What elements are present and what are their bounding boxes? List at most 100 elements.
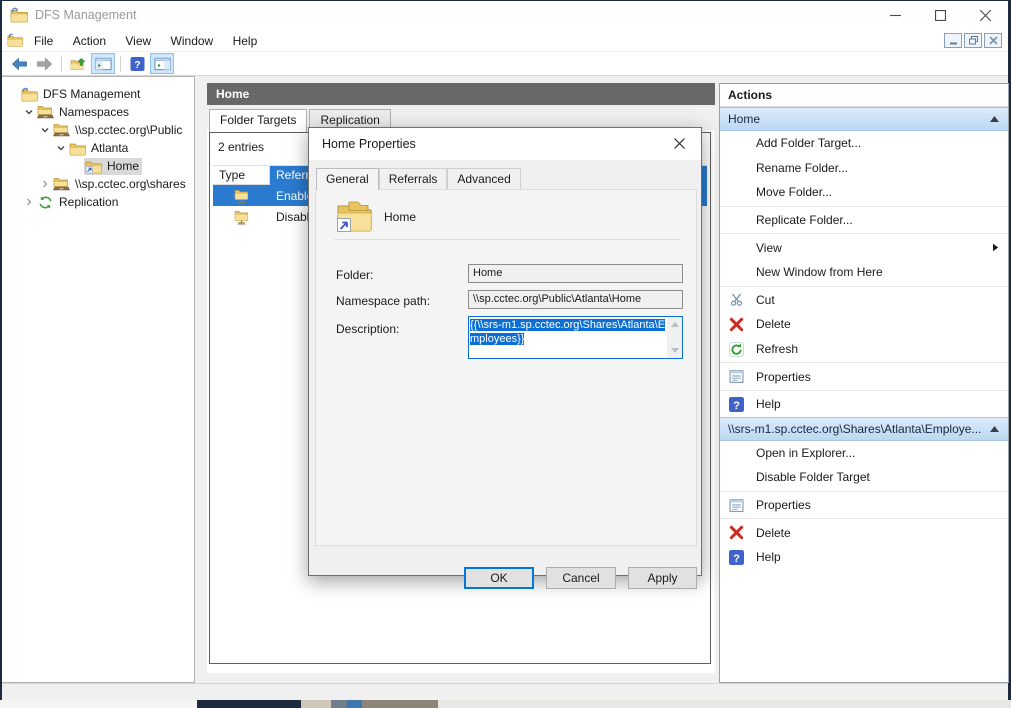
minimize-button[interactable] bbox=[873, 1, 918, 30]
ok-button[interactable]: OK bbox=[464, 567, 534, 589]
action-item[interactable]: Open in Explorer... bbox=[720, 441, 1008, 466]
action-item[interactable]: ?Help bbox=[720, 392, 1008, 417]
tree-item-body[interactable]: Home bbox=[84, 158, 142, 175]
action-item[interactable]: Properties bbox=[720, 493, 1008, 518]
menu-help[interactable]: Help bbox=[225, 31, 266, 51]
menu-window[interactable]: Window bbox=[163, 31, 222, 51]
action-separator bbox=[720, 286, 1008, 287]
chevron-down-icon[interactable] bbox=[38, 123, 52, 137]
tree-item[interactable]: \\sp.cctec.org\Public bbox=[2, 121, 194, 139]
folder-field[interactable]: Home bbox=[468, 264, 683, 283]
action-item[interactable]: Properties bbox=[720, 364, 1008, 389]
action-item[interactable]: Rename Folder... bbox=[720, 156, 1008, 181]
action-item[interactable]: Delete bbox=[720, 312, 1008, 337]
tree-item[interactable]: Replication bbox=[2, 193, 194, 211]
chevron-right-icon[interactable] bbox=[38, 177, 52, 191]
general-tab-page: Home Folder: Home Namespace path: \\sp.c… bbox=[315, 189, 697, 546]
tree-item-body[interactable]: DFS Management bbox=[20, 86, 143, 103]
action-item-label: Open in Explorer... bbox=[756, 446, 1008, 460]
child-restore-button[interactable] bbox=[964, 33, 982, 48]
menu-action[interactable]: Action bbox=[65, 31, 114, 51]
action-section-header[interactable]: \\srs-m1.sp.cctec.org\Shares\Atlanta\Emp… bbox=[720, 417, 1008, 441]
apply-button[interactable]: Apply bbox=[628, 567, 697, 589]
tree-item-body[interactable]: Replication bbox=[36, 194, 121, 211]
show-hide-console-tree-icon[interactable] bbox=[91, 53, 115, 74]
actions-pane: Actions HomeAdd Folder Target...Rename F… bbox=[719, 83, 1009, 683]
dialog-close-icon[interactable] bbox=[657, 128, 701, 159]
tree-item-label: \\sp.cctec.org\shares bbox=[75, 177, 186, 191]
namespace-path-field[interactable]: \\sp.cctec.org\Public\Atlanta\Home bbox=[468, 290, 683, 309]
collapse-arrow-icon[interactable] bbox=[989, 112, 1000, 126]
action-item[interactable]: Cut bbox=[720, 288, 1008, 313]
chevron-down-icon[interactable] bbox=[54, 141, 68, 155]
action-item[interactable]: Refresh bbox=[720, 337, 1008, 362]
result-pane-header: Home bbox=[207, 83, 715, 105]
tree-item-body[interactable]: Namespaces bbox=[36, 104, 132, 121]
tree-item[interactable]: Home bbox=[2, 157, 194, 175]
tree-item-body[interactable]: \\sp.cctec.org\Public bbox=[52, 122, 185, 139]
dialog-tab-general[interactable]: General bbox=[316, 168, 379, 190]
menu-bar: File Action View Window Help bbox=[2, 30, 1008, 52]
action-item-label: Help bbox=[756, 397, 1008, 411]
namespace-icon bbox=[53, 123, 71, 138]
tab-folder-targets[interactable]: Folder Targets bbox=[209, 109, 307, 132]
help-icon: ? bbox=[729, 397, 756, 412]
window-title: DFS Management bbox=[35, 8, 136, 22]
export-list-icon[interactable] bbox=[66, 53, 90, 74]
description-scrollbar[interactable] bbox=[667, 317, 682, 358]
action-section-header[interactable]: Home bbox=[720, 107, 1008, 131]
action-item[interactable]: Move Folder... bbox=[720, 180, 1008, 205]
tree-item[interactable]: Atlanta bbox=[2, 139, 194, 157]
show-hide-action-pane-icon[interactable] bbox=[150, 53, 174, 74]
scroll-up-icon[interactable] bbox=[671, 322, 679, 327]
menu-file[interactable]: File bbox=[26, 31, 61, 51]
action-item-label: Properties bbox=[756, 498, 1008, 512]
dfs-folder-icon bbox=[85, 159, 103, 174]
dialog-tab-referrals[interactable]: Referrals bbox=[379, 168, 448, 189]
forward-icon[interactable] bbox=[32, 53, 56, 74]
column-header-type[interactable]: Type bbox=[213, 166, 270, 185]
scroll-down-icon[interactable] bbox=[671, 348, 679, 353]
collapse-arrow-icon[interactable] bbox=[989, 422, 1000, 436]
dfs-app-icon bbox=[10, 7, 28, 23]
chevron-spacer bbox=[6, 87, 20, 101]
action-item[interactable]: View bbox=[720, 235, 1008, 260]
action-item-label: Refresh bbox=[756, 342, 1008, 356]
back-icon[interactable] bbox=[7, 53, 31, 74]
cancel-button[interactable]: Cancel bbox=[546, 567, 616, 589]
action-item[interactable]: ?Help bbox=[720, 545, 1008, 570]
child-close-button[interactable] bbox=[984, 33, 1002, 48]
description-field[interactable]: {{\\srs-m1.sp.cctec.org\Shares\Atlanta\E… bbox=[468, 316, 683, 359]
action-item-label: Help bbox=[756, 550, 1008, 564]
action-section-title: Home bbox=[728, 112, 989, 126]
menu-view[interactable]: View bbox=[117, 31, 159, 51]
action-separator bbox=[720, 206, 1008, 207]
chevron-down-icon[interactable] bbox=[22, 105, 36, 119]
tree-item[interactable]: Namespaces bbox=[2, 103, 194, 121]
dialog-tab-advanced[interactable]: Advanced bbox=[447, 168, 520, 189]
dialog-folder-name: Home bbox=[384, 210, 416, 224]
tree-item[interactable]: \\sp.cctec.org\shares bbox=[2, 175, 194, 193]
folder-target-icon bbox=[213, 188, 270, 204]
action-item[interactable]: New Window from Here bbox=[720, 260, 1008, 285]
tree-item-label: Namespaces bbox=[59, 105, 129, 119]
action-separator bbox=[720, 233, 1008, 234]
close-button[interactable] bbox=[963, 1, 1008, 30]
action-item[interactable]: Delete bbox=[720, 520, 1008, 545]
maximize-button[interactable] bbox=[918, 1, 963, 30]
tree-item-body[interactable]: Atlanta bbox=[68, 140, 131, 157]
desktop-sliver bbox=[197, 700, 301, 708]
action-item[interactable]: Add Folder Target... bbox=[720, 131, 1008, 156]
toolbar-separator bbox=[61, 56, 62, 72]
child-minimize-button[interactable] bbox=[944, 33, 962, 48]
description-text: {{\\srs-m1.sp.cctec.org\Shares\Atlanta\E… bbox=[470, 318, 666, 357]
action-item[interactable]: Replicate Folder... bbox=[720, 208, 1008, 233]
tree-item-body[interactable]: \\sp.cctec.org\shares bbox=[52, 176, 189, 193]
chevron-right-icon[interactable] bbox=[22, 195, 36, 209]
tree-item[interactable]: DFS Management bbox=[2, 85, 194, 103]
help-toolbar-icon[interactable]: ? bbox=[125, 53, 149, 74]
svg-text:?: ? bbox=[134, 59, 140, 71]
submenu-arrow-icon bbox=[992, 241, 1008, 255]
work-area: DFS Management Namespaces \\sp.cctec.org\P… bbox=[2, 76, 1008, 683]
action-item[interactable]: Disable Folder Target bbox=[720, 465, 1008, 490]
